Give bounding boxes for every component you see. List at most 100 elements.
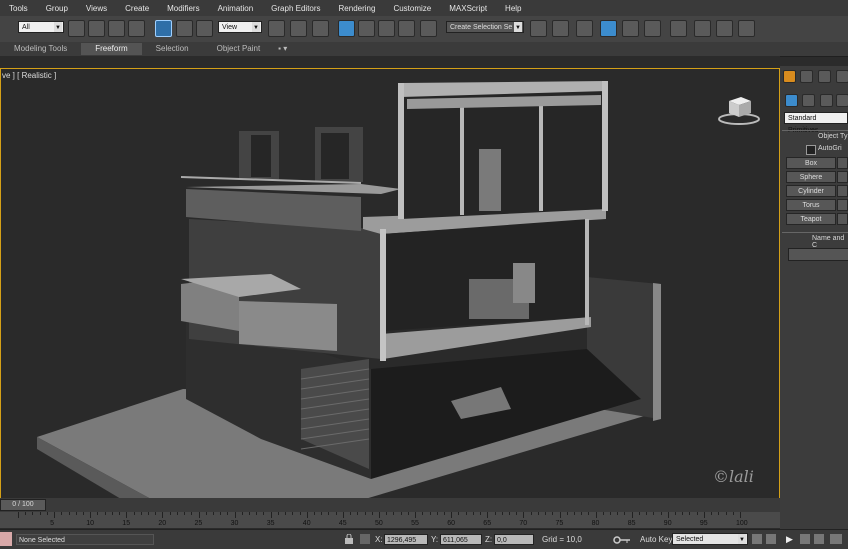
move-icon[interactable] (155, 20, 172, 37)
category-dropdown[interactable]: Standard Primitives (784, 112, 848, 134)
time-slider-thumb[interactable]: 0 / 100 (0, 499, 46, 511)
rectangular-selection-icon[interactable] (108, 20, 125, 37)
reference-coordinate-dropdown[interactable]: View ▼ (218, 21, 262, 33)
select-manipulate-icon[interactable] (290, 20, 307, 37)
menu-views[interactable]: Views (77, 4, 116, 13)
rollout-name-and-color[interactable]: Name and C (782, 232, 848, 249)
spinner-snap-icon[interactable] (398, 20, 415, 37)
menu-help[interactable]: Help (496, 4, 530, 13)
menu-modifiers[interactable]: Modifiers (158, 4, 208, 13)
perspective-viewport[interactable]: ©lali (0, 68, 780, 500)
menu-create[interactable]: Create (116, 4, 158, 13)
named-selection-set-dropdown[interactable]: Create Selection Se ▼ (446, 21, 524, 33)
pyramid-button[interactable] (837, 199, 848, 211)
scale-icon[interactable] (196, 20, 213, 37)
go-to-start-icon[interactable] (752, 534, 762, 544)
track-bar[interactable]: 5 10 15 20 25 30 35 40 45 50 55 60 65 70 75 80 85 90 95 100 (0, 512, 780, 528)
rotate-icon[interactable] (176, 20, 193, 37)
snap-toggle-icon[interactable] (338, 20, 355, 37)
angle-snap-icon[interactable] (358, 20, 375, 37)
mirror-icon[interactable] (530, 20, 547, 37)
view-cube[interactable] (717, 97, 761, 125)
modify-tab-icon[interactable] (800, 70, 813, 83)
rollout-object-type[interactable]: Object Ty (782, 130, 848, 141)
tab-selection[interactable]: Selection (142, 43, 203, 55)
geometry-icon[interactable] (785, 94, 798, 107)
graphite-toggle-icon[interactable] (600, 20, 617, 37)
select-object-icon[interactable] (68, 20, 85, 37)
render-setup-icon[interactable] (694, 20, 711, 37)
edit-named-selection-icon[interactable] (420, 20, 437, 37)
lock-icon[interactable] (344, 533, 354, 544)
tab-modeling-tools[interactable]: Modeling Tools (0, 43, 81, 55)
render-production-icon[interactable] (738, 20, 755, 37)
motion-tab-icon[interactable] (836, 70, 848, 83)
menu-maxscript[interactable]: MAXScript (440, 4, 496, 13)
autogrid-checkbox[interactable] (806, 145, 816, 155)
menu-group[interactable]: Group (37, 4, 77, 13)
time-slider[interactable]: 0 / 100 (0, 498, 780, 512)
key-icon[interactable] (612, 534, 632, 545)
box-button[interactable]: Box (786, 157, 836, 169)
sphere-button[interactable]: Sphere (786, 171, 836, 183)
play-icon[interactable]: ▶ (786, 534, 796, 544)
select-by-name-icon[interactable] (88, 20, 105, 37)
curve-editor-icon[interactable] (622, 20, 639, 37)
plane-button[interactable] (837, 213, 848, 225)
tube-button[interactable] (837, 185, 848, 197)
geosphere-button[interactable] (837, 171, 848, 183)
time-configuration-icon[interactable] (830, 534, 842, 544)
track-bar-tick-mark (328, 512, 330, 515)
go-to-end-icon[interactable] (814, 534, 824, 544)
cameras-icon[interactable] (836, 94, 848, 107)
track-bar-tick-mark (638, 512, 640, 515)
maxscript-listener-icon[interactable] (0, 532, 12, 546)
x-label: X: (375, 535, 383, 544)
menu-rendering[interactable]: Rendering (330, 4, 385, 13)
pivot-center-icon[interactable] (268, 20, 285, 37)
schematic-view-icon[interactable] (644, 20, 661, 37)
lights-icon[interactable] (820, 94, 833, 107)
align-icon[interactable] (552, 20, 569, 37)
window-crossing-icon[interactable] (128, 20, 145, 37)
menu-customize[interactable]: Customize (384, 4, 440, 13)
track-bar-tick-mark (725, 512, 727, 515)
x-coordinate-field[interactable]: 1296,495 (384, 534, 428, 545)
hierarchy-tab-icon[interactable] (818, 70, 831, 83)
selection-filter-value: All (22, 24, 30, 31)
track-bar-tick-label: 50 (375, 520, 383, 527)
absolute-mode-icon[interactable] (360, 534, 370, 544)
previous-frame-icon[interactable] (766, 534, 776, 544)
viewport-label[interactable]: ve ] [ Realistic ] (2, 71, 56, 80)
key-filter-dropdown[interactable]: Selected ▼ (672, 533, 748, 545)
track-bar-tick-label: 70 (519, 520, 528, 527)
teapot-button[interactable]: Teapot (786, 213, 836, 225)
rendered-frame-window-icon[interactable] (716, 20, 733, 37)
track-bar-tick-mark (155, 512, 157, 515)
menu-tools[interactable]: Tools (0, 4, 37, 13)
material-editor-icon[interactable] (670, 20, 687, 37)
next-frame-icon[interactable] (800, 534, 810, 544)
track-bar-tick-label: 75 (555, 520, 564, 527)
tab-freeform[interactable]: Freeform (81, 43, 142, 55)
percent-snap-icon[interactable] (378, 20, 395, 37)
cylinder-button[interactable]: Cylinder (786, 185, 836, 197)
selection-filter-dropdown[interactable]: All ▼ (18, 21, 64, 33)
ribbon-options-icon[interactable]: ▪ ▾ (274, 43, 291, 55)
cone-button[interactable] (837, 157, 848, 169)
object-name-input[interactable] (788, 248, 848, 261)
track-bar-tick-mark (119, 512, 121, 515)
layer-manager-icon[interactable] (576, 20, 593, 37)
z-coordinate-field[interactable]: 0,0 (494, 534, 534, 545)
menu-graph-editors[interactable]: Graph Editors (262, 4, 329, 13)
track-bar-tick-mark (263, 512, 265, 515)
torus-button[interactable]: Torus (786, 199, 836, 211)
menu-animation[interactable]: Animation (209, 4, 263, 13)
track-bar-tick-mark (718, 512, 720, 515)
create-tab-icon[interactable] (783, 70, 796, 83)
shapes-icon[interactable] (802, 94, 815, 107)
y-coordinate-field[interactable]: 611,065 (440, 534, 482, 545)
auto-key-button[interactable]: Auto Key (640, 535, 672, 544)
tab-object-paint[interactable]: Object Paint (203, 43, 275, 55)
keyboard-shortcut-icon[interactable] (312, 20, 329, 37)
